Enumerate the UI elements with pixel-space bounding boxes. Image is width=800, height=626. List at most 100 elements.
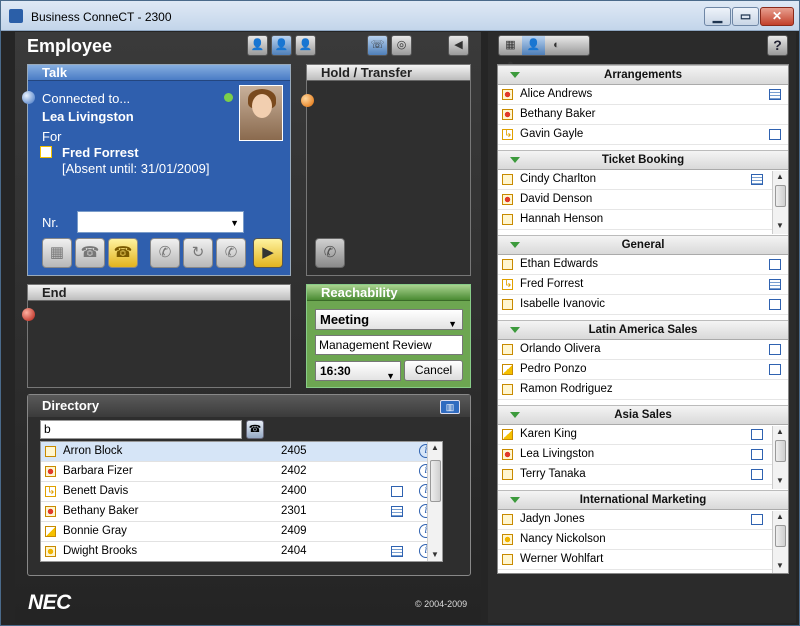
note-icon[interactable]	[769, 89, 781, 100]
group-view-icon[interactable]: ▦	[499, 36, 522, 55]
retrieve-button[interactable]: ✆	[315, 238, 345, 268]
list-item[interactable]: Ethan Edwards	[498, 255, 788, 275]
note-icon[interactable]	[769, 299, 781, 310]
collapse-button[interactable]: ◀	[448, 35, 469, 56]
dial-button[interactable]: ☎	[75, 238, 105, 268]
note-icon[interactable]	[391, 506, 403, 517]
reachability-note-input[interactable]: Management Review	[315, 335, 463, 355]
list-item[interactable]: Bethany Baker	[498, 105, 788, 125]
scroll-up-icon[interactable]: ▲	[430, 443, 440, 452]
directory-scrollbar[interactable]: ▲ ▼	[427, 442, 442, 561]
note-icon[interactable]	[751, 174, 763, 185]
toggle-button[interactable]: ✆	[216, 238, 246, 268]
collapse-triangle-icon[interactable]	[510, 157, 520, 163]
scroll-down-icon[interactable]: ▼	[430, 550, 440, 559]
list-item[interactable]: Nancy Nickolson	[498, 530, 788, 550]
note-icon[interactable]	[751, 449, 763, 460]
number-combobox[interactable]: ▼	[77, 211, 244, 233]
directory-search-input[interactable]: b	[40, 420, 242, 439]
list-item[interactable]: Alice Andrews	[498, 85, 788, 105]
scroll-thumb[interactable]	[775, 525, 786, 547]
listen-icon[interactable]: ◐	[545, 36, 568, 55]
close-button[interactable]: ✕	[760, 7, 794, 26]
list-item[interactable]: Terry Tanaka	[498, 465, 788, 485]
handset-icon: ✆	[323, 244, 337, 261]
list-item[interactable]: Dwight Brooks 2404 i	[41, 542, 442, 561]
group-header[interactable]: Arrangements	[498, 65, 788, 85]
collapse-triangle-icon[interactable]	[510, 327, 520, 333]
group-header[interactable]: Latin America Sales	[498, 320, 788, 340]
person-view-icon[interactable]: 👤	[522, 36, 545, 55]
list-item[interactable]: Isabelle Ivanovic	[498, 295, 788, 315]
view-person-c-button[interactable]: 👤	[295, 35, 316, 56]
reachability-time-select[interactable]: 16:30 ▼	[315, 361, 401, 381]
note-icon[interactable]	[769, 259, 781, 270]
note-icon[interactable]	[769, 129, 781, 140]
cancel-button[interactable]: Cancel	[404, 360, 463, 381]
scroll-up-icon[interactable]: ▲	[775, 512, 785, 521]
hangup-button[interactable]: ☎	[108, 238, 138, 268]
view-person-b-button[interactable]: 👤	[271, 35, 292, 56]
scroll-down-icon[interactable]: ▼	[775, 221, 785, 230]
list-item[interactable]: Werner Wohlfart	[498, 550, 788, 570]
note-icon[interactable]	[751, 514, 763, 525]
note-icon[interactable]	[391, 546, 403, 557]
group-scrollbar[interactable]: ▲ ▼	[772, 511, 788, 573]
headset-mode-button[interactable]: ◎	[391, 35, 412, 56]
scroll-up-icon[interactable]: ▲	[775, 427, 785, 436]
list-item[interactable]: Pedro Ponzo	[498, 360, 788, 380]
list-item[interactable]: Gavin Gayle	[498, 125, 788, 145]
note-icon[interactable]	[751, 469, 763, 480]
forward-call-button[interactable]: ▶	[253, 238, 283, 268]
scroll-thumb[interactable]	[775, 185, 786, 207]
group-header[interactable]: International Marketing	[498, 490, 788, 510]
conference-button[interactable]: ▦	[42, 238, 72, 268]
scroll-down-icon[interactable]: ▼	[775, 561, 785, 570]
reconnect-button[interactable]: ↻	[183, 238, 213, 268]
list-item[interactable]: Barbara Fizer 2402 i	[41, 462, 442, 482]
list-item[interactable]: Jadyn Jones	[498, 510, 788, 530]
presence-calendar-icon	[502, 429, 513, 440]
list-item[interactable]: Hannah Henson	[498, 210, 788, 230]
reachability-status-select[interactable]: Meeting ▼	[315, 309, 463, 330]
search-phone-button[interactable]: ☎	[246, 420, 264, 439]
list-item[interactable]: Ramon Rodriguez	[498, 380, 788, 400]
list-item[interactable]: Arron Block 2405 i	[41, 442, 442, 462]
note-icon[interactable]	[769, 344, 781, 355]
list-item[interactable]: Bethany Baker 2301 i	[41, 502, 442, 522]
list-item[interactable]: Lea Livingston	[498, 445, 788, 465]
collapse-triangle-icon[interactable]	[510, 72, 520, 78]
transfer-button[interactable]: ✆	[150, 238, 180, 268]
note-icon[interactable]	[769, 279, 781, 290]
scroll-up-icon[interactable]: ▲	[775, 172, 785, 181]
note-icon[interactable]	[769, 364, 781, 375]
scroll-thumb[interactable]	[430, 460, 441, 502]
scroll-down-icon[interactable]: ▼	[775, 476, 785, 485]
group-header[interactable]: General	[498, 235, 788, 255]
note-icon[interactable]	[391, 486, 403, 497]
list-item[interactable]: Cindy Charlton	[498, 170, 788, 190]
help-button[interactable]: ?	[767, 35, 788, 56]
view-person-a-button[interactable]: 👤	[247, 35, 268, 56]
collapse-triangle-icon[interactable]	[510, 242, 520, 248]
member-name: Terry Tanaka	[520, 468, 586, 480]
list-item[interactable]: Fred Forrest	[498, 275, 788, 295]
group-header[interactable]: Ticket Booking	[498, 150, 788, 170]
list-item[interactable]: Orlando Olivera	[498, 340, 788, 360]
list-item[interactable]: Karen King	[498, 425, 788, 445]
list-item[interactable]: Benett Davis 2400 i	[41, 482, 442, 502]
minimize-button[interactable]: ▁	[704, 7, 731, 26]
maximize-button[interactable]: ▭	[732, 7, 759, 26]
list-item[interactable]: David Denson	[498, 190, 788, 210]
presence-forward-icon	[502, 275, 513, 294]
group-header[interactable]: Asia Sales	[498, 405, 788, 425]
collapse-triangle-icon[interactable]	[510, 497, 520, 503]
list-item[interactable]: Bonnie Gray 2409 i	[41, 522, 442, 542]
phone-mode-button[interactable]: ☏	[367, 35, 388, 56]
collapse-triangle-icon[interactable]	[510, 412, 520, 418]
address-book-icon[interactable]: ▥	[440, 400, 460, 414]
scroll-thumb[interactable]	[775, 440, 786, 462]
group-scrollbar[interactable]: ▲ ▼	[772, 426, 788, 489]
group-scrollbar[interactable]: ▲ ▼	[772, 171, 788, 234]
note-icon[interactable]	[751, 429, 763, 440]
